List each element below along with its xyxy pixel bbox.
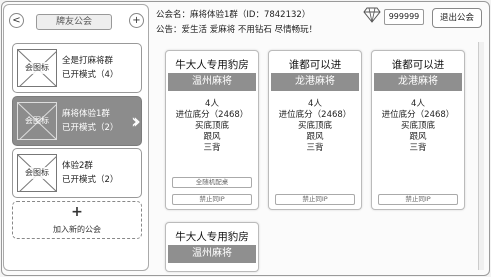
room-title: 牛大人专用豹房 [175,231,249,243]
room-card-1[interactable]: 牛大人专用豹房 温州麻将 4人 进位底分（2468） 买底顶底 跟风 三背 全随… [165,50,259,210]
room-list-scrollbar[interactable] [478,42,484,270]
room-rule: 买底顶底 [297,121,332,131]
room-players: 4人 [411,99,425,109]
guild-avatar-icon: 会图标 [17,49,57,87]
block-same-ip-button[interactable]: 禁止同IP [275,194,355,205]
join-guild-button[interactable]: + 加入新的公会 [12,201,142,239]
room-info: 4人 进位底分（2468） 买底顶底 跟风 三背 [372,99,464,154]
guild-name: 麻将体验1群 [62,109,110,119]
diamond-icon [363,7,381,23]
guild-icon-label: 会图标 [18,167,56,179]
guild-name: 全是打麻将群 [62,56,114,66]
room-base-score: 进位底分（2468） [278,110,352,120]
double-chevron-right-icon: ›› [131,109,141,133]
guild-icon-label: 会图标 [25,116,49,125]
room-rule: 三背 [409,143,427,153]
room-base-score: 进位底分（2468） [175,110,249,120]
room-base-score: 进位底分（2468） [381,110,455,120]
room-game-tag: 温州麻将 [168,245,256,263]
prev-button[interactable]: < [9,13,24,28]
guild-icon-label: 会图标 [18,62,56,74]
room-game-tag: 温州麻将 [168,73,256,91]
guild-item-1[interactable]: 会图标 全是打麻将群 已开模式（4） [12,43,142,93]
room-card-3[interactable]: 谁都可以进 龙港麻将 4人 进位底分（2468） 买底顶底 跟风 三背 禁止同I… [371,50,465,210]
room-rule: 跟风 [409,132,427,142]
room-rule: 买底顶底 [400,121,435,131]
join-guild-label: 加入新的公会 [53,225,101,234]
room-game-tag: 龙港麻将 [271,73,359,91]
room-title: 谁都可以进 [391,59,445,71]
guild-item-2[interactable]: 会图标 麻将体验1群 已开模式（2） ›› [12,96,142,146]
guild-name: 体验2群 [62,161,93,171]
room-players: 4人 [205,99,219,109]
room-rule: 买底顶底 [194,121,229,131]
room-card-2[interactable]: 谁都可以进 龙港麻将 4人 进位底分（2468） 买底顶底 跟风 三背 禁止同I… [268,50,362,210]
plus-icon: + [71,204,83,220]
room-title: 牛大人专用豹房 [175,59,249,71]
add-button[interactable]: + [129,13,144,28]
room-rule: 跟风 [306,132,324,142]
guild-header: 公会名：麻将体验1群（ID：7842132） 公告：爱生活 爱麻将 不用钻石 尽… [156,4,488,42]
room-rule: 跟风 [203,132,221,142]
room-card-4[interactable]: 牛大人专用豹房 温州麻将 [165,222,259,272]
guild-notice: 公告：爱生活 爱麻将 不用钻石 尽情畅玩！ [156,25,318,35]
guild-sidebar: < 牌友公会 + 会图标 全是打麻将群 已开模式（4） 会图标 麻将体验1群 已… [3,4,149,271]
guild-avatar-icon: 会图标 [17,154,57,192]
room-info: 4人 进位底分（2468） 买底顶底 跟风 三背 [269,99,361,154]
room-rule: 三背 [306,143,324,153]
sidebar-title: 牌友公会 [36,14,112,30]
exit-guild-button[interactable]: 退出公会 [432,8,482,28]
diamond-count: 999999 [384,9,424,25]
room-rule: 三背 [203,143,221,153]
random-table-button[interactable]: 全随机配桌 [172,177,252,188]
guild-avatar-icon: 会图标 [17,102,57,140]
guild-mode: 已开模式（2） [62,175,119,185]
guild-mode: 已开模式（4） [62,70,119,80]
room-title: 谁都可以进 [288,59,342,71]
block-same-ip-button[interactable]: 禁止同IP [172,194,252,205]
guild-name-line: 公会名：麻将体验1群（ID：7842132） [156,10,311,20]
room-game-tag: 龙港麻将 [374,73,462,91]
block-same-ip-button[interactable]: 禁止同IP [378,194,458,205]
sidebar-header: < 牌友公会 + [4,5,150,35]
room-players: 4人 [308,99,322,109]
guild-item-3[interactable]: 会图标 体验2群 已开模式（2） [12,148,142,198]
room-info: 4人 进位底分（2468） 买底顶底 跟风 三背 [166,99,258,154]
guild-mode: 已开模式（2） [62,123,119,133]
